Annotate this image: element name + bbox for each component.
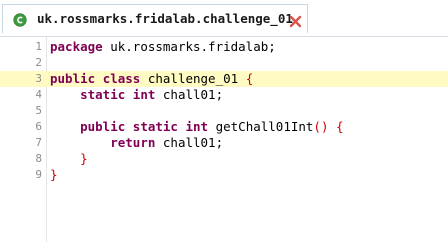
code-token: challenge_01: [140, 71, 246, 86]
code-text: static int chall01;: [50, 87, 223, 103]
code-keyword: int: [185, 119, 209, 134]
line-number: 9: [35, 168, 42, 181]
line-number: 7: [35, 136, 42, 149]
code-keyword: return: [110, 135, 156, 150]
code-bracket: {: [245, 71, 254, 86]
code-line[interactable]: 5: [0, 103, 448, 119]
code-token: chall01;: [155, 87, 224, 102]
code-bracket: {: [336, 119, 344, 134]
code-line[interactable]: 6 public static int getChall01Int() {: [0, 119, 448, 135]
code-lines: 1 package uk.rossmarks.fridalab; 2 3 public …: [0, 39, 448, 183]
code-line[interactable]: 7 return chall01;: [0, 135, 448, 151]
code-token: getChall01Int: [208, 119, 314, 134]
code-keyword: public: [50, 71, 96, 86]
line-number: 3: [35, 72, 42, 85]
line-number: 5: [35, 104, 42, 117]
line-number: 4: [35, 88, 42, 101]
code-keyword: class: [102, 71, 141, 86]
editor-tab[interactable]: uk.rossmarks.fridalab.challenge_01: [2, 4, 308, 33]
code-text: }: [50, 151, 88, 167]
code-token: chall01;: [155, 135, 224, 150]
code-keyword: static: [80, 87, 126, 102]
code-line[interactable]: 2: [0, 55, 448, 71]
line-number: 8: [35, 152, 42, 165]
code-bracket: }: [80, 151, 88, 166]
class-icon: [13, 12, 27, 27]
code-token: uk.rossmarks.fridalab;: [102, 39, 276, 54]
code-keyword: static: [132, 119, 178, 134]
close-icon[interactable]: [289, 13, 302, 28]
code-keyword: public: [80, 119, 126, 134]
code-keyword: package: [50, 39, 103, 54]
line-number: 6: [35, 120, 42, 133]
code-text: package uk.rossmarks.fridalab;: [50, 39, 276, 55]
code-editor[interactable]: 1 package uk.rossmarks.fridalab; 2 3 public …: [0, 36, 448, 242]
code-line[interactable]: 8 }: [0, 151, 448, 167]
code-text: }: [50, 167, 58, 183]
code-keyword: int: [132, 87, 156, 102]
line-number: 1: [35, 40, 42, 53]
code-line[interactable]: 1 package uk.rossmarks.fridalab;: [0, 39, 448, 55]
tab-title: uk.rossmarks.fridalab.challenge_01: [37, 11, 293, 26]
line-number: 2: [35, 56, 42, 69]
code-text: return chall01;: [50, 135, 223, 151]
code-line[interactable]: 9}: [0, 167, 448, 183]
code-line[interactable]: 3 public class challenge_01 {: [0, 71, 448, 87]
code-bracket: }: [50, 167, 58, 182]
editor-tab-bar: uk.rossmarks.fridalab.challenge_01: [0, 0, 448, 33]
code-text: public static int getChall01Int() {: [50, 119, 344, 135]
code-bracket: (): [313, 119, 329, 134]
code-line[interactable]: 4 static int chall01;: [0, 87, 448, 103]
code-text: public class challenge_01 {: [50, 71, 253, 87]
